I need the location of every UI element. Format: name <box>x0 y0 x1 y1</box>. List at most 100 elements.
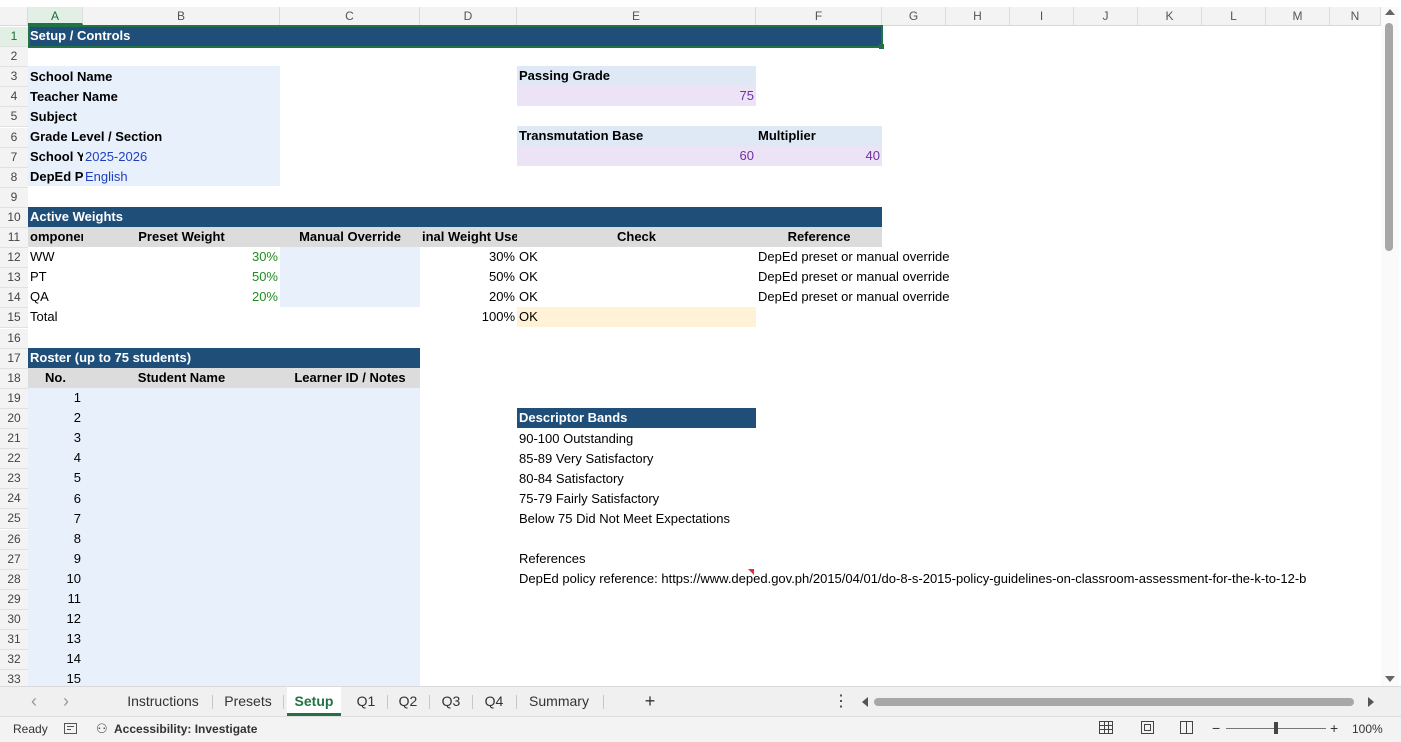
roster-header-no[interactable]: No. <box>28 368 83 388</box>
roster-number[interactable]: 15 <box>28 669 83 686</box>
zoom-level[interactable]: 100% <box>1352 722 1383 736</box>
weights-header-reference[interactable]: Reference <box>756 227 882 247</box>
grade-level-label[interactable]: Grade Level / Section <box>28 127 228 147</box>
roster-number[interactable]: 14 <box>28 649 83 669</box>
roster-header-id[interactable]: Learner ID / Notes <box>280 368 420 388</box>
scroll-up-icon[interactable] <box>1385 9 1395 15</box>
row-header[interactable]: 18 <box>0 368 28 389</box>
passing-grade-value[interactable]: 75 <box>517 86 756 106</box>
roster-number[interactable]: 12 <box>28 609 83 629</box>
weight-total-check[interactable]: OK <box>517 307 756 327</box>
row-header[interactable]: 8 <box>0 167 28 188</box>
roster-title[interactable]: Roster (up to 75 students) <box>28 348 420 368</box>
roster-header-name[interactable]: Student Name <box>83 368 280 388</box>
descriptor-item[interactable]: 80-84 Satisfactory <box>517 469 777 489</box>
weights-header-check[interactable]: Check <box>517 227 756 247</box>
descriptor-item[interactable]: 75-79 Fairly Satisfactory <box>517 489 777 509</box>
row-header[interactable]: 27 <box>0 549 28 570</box>
active-cell-selection[interactable] <box>28 25 883 48</box>
column-header-i[interactable]: I <box>1010 7 1074 25</box>
weight-check[interactable]: OK <box>517 287 756 307</box>
roster-number[interactable]: 3 <box>28 428 83 448</box>
descriptor-item[interactable]: Below 75 Did Not Meet Expectations <box>517 509 817 529</box>
column-header-l[interactable]: L <box>1202 7 1266 25</box>
column-header-j[interactable]: J <box>1074 7 1138 25</box>
row-header[interactable]: 32 <box>0 650 28 671</box>
row-header[interactable]: 24 <box>0 489 28 510</box>
sheet-tab-setup[interactable]: Setup <box>287 687 341 716</box>
weight-component[interactable]: QA <box>28 287 83 307</box>
row-header[interactable]: 3 <box>0 67 28 88</box>
school-year-label[interactable]: School Y <box>28 147 83 167</box>
column-header-a[interactable]: A <box>28 7 83 25</box>
roster-number[interactable]: 1 <box>28 388 83 408</box>
weight-reference[interactable]: DepEd preset or manual override <box>756 267 1016 287</box>
column-header-n[interactable]: N <box>1330 7 1381 25</box>
normal-view-icon[interactable] <box>1099 721 1113 734</box>
select-all-corner[interactable] <box>0 7 28 25</box>
weights-header-manual[interactable]: Manual Override <box>280 227 420 247</box>
row-header[interactable]: 9 <box>0 187 28 208</box>
roster-number[interactable]: 2 <box>28 408 83 428</box>
sheet-tab-q1[interactable]: Q1 <box>349 687 383 716</box>
row-header[interactable]: 14 <box>0 288 28 309</box>
sheet-tab-presets[interactable]: Presets <box>218 687 278 716</box>
roster-input-area[interactable] <box>28 388 420 686</box>
weight-preset[interactable]: 20% <box>83 287 280 307</box>
macro-recording-icon[interactable] <box>64 723 77 734</box>
horizontal-scroll-thumb[interactable] <box>874 698 1354 706</box>
weight-final[interactable]: 20% <box>420 287 517 307</box>
sheet-tab-q3[interactable]: Q3 <box>434 687 468 716</box>
references-label[interactable]: References <box>517 549 777 569</box>
row-header[interactable]: 17 <box>0 348 28 369</box>
transmutation-base-label[interactable]: Transmutation Base <box>517 126 756 146</box>
scroll-left-icon[interactable] <box>862 697 868 707</box>
vertical-scroll-thumb[interactable] <box>1385 23 1393 251</box>
sheet-tab-summary[interactable]: Summary <box>521 687 597 716</box>
page-layout-view-icon[interactable] <box>1141 721 1154 734</box>
row-header[interactable]: 11 <box>0 228 28 248</box>
accessibility-status[interactable]: Accessibility: Investigate <box>114 722 257 736</box>
horizontal-scrollbar[interactable] <box>860 695 1380 709</box>
weights-header-component[interactable]: omponer <box>28 227 83 247</box>
vertical-scrollbar[interactable] <box>1381 7 1399 686</box>
add-sheet-button[interactable]: + <box>638 687 662 716</box>
deped-preset-value[interactable]: English <box>83 167 233 187</box>
row-header[interactable]: 4 <box>0 87 28 108</box>
roster-number[interactable]: 9 <box>28 549 83 569</box>
school-year-value[interactable]: 2025-2026 <box>83 147 233 167</box>
deped-preset-label[interactable]: DepEd Pr <box>28 167 83 187</box>
prev-sheet-icon[interactable]: ‹ <box>24 687 44 716</box>
teacher-name-label[interactable]: Teacher Name <box>28 87 228 107</box>
row-header[interactable]: 26 <box>0 529 28 550</box>
weight-reference[interactable]: DepEd preset or manual override <box>756 247 1016 267</box>
row-header[interactable]: 7 <box>0 147 28 168</box>
column-header-d[interactable]: D <box>420 7 517 25</box>
weight-component[interactable]: WW <box>28 247 83 267</box>
row-header[interactable]: 12 <box>0 248 28 269</box>
weight-final[interactable]: 30% <box>420 247 517 267</box>
weight-preset[interactable]: 50% <box>83 267 280 287</box>
more-options-icon[interactable]: ⋮ <box>832 687 850 716</box>
scroll-right-icon[interactable] <box>1368 697 1374 707</box>
sheet-tab-q2[interactable]: Q2 <box>391 687 425 716</box>
row-header[interactable]: 30 <box>0 609 28 630</box>
roster-number[interactable]: 11 <box>28 589 83 609</box>
row-header[interactable]: 31 <box>0 630 28 650</box>
weight-preset[interactable]: 30% <box>83 247 280 267</box>
sheet-tab-q4[interactable]: Q4 <box>477 687 511 716</box>
column-header-m[interactable]: M <box>1266 7 1330 25</box>
subject-label[interactable]: Subject <box>28 107 228 127</box>
row-header[interactable]: 20 <box>0 408 28 429</box>
column-header-g[interactable]: G <box>882 7 946 25</box>
row-header[interactable]: 5 <box>0 107 28 128</box>
column-header-c[interactable]: C <box>280 7 420 25</box>
active-weights-title[interactable]: Active Weights <box>28 207 882 227</box>
transmutation-base-value[interactable]: 60 <box>517 146 756 166</box>
row-header[interactable]: 1 <box>0 27 28 47</box>
row-header[interactable]: 15 <box>0 308 28 329</box>
row-header[interactable]: 28 <box>0 569 28 590</box>
accessibility-icon[interactable]: ⚇ <box>96 721 108 737</box>
scroll-down-icon[interactable] <box>1385 676 1395 682</box>
worksheet-grid[interactable]: Setup / Controls School Name Teacher Nam… <box>28 25 1380 686</box>
